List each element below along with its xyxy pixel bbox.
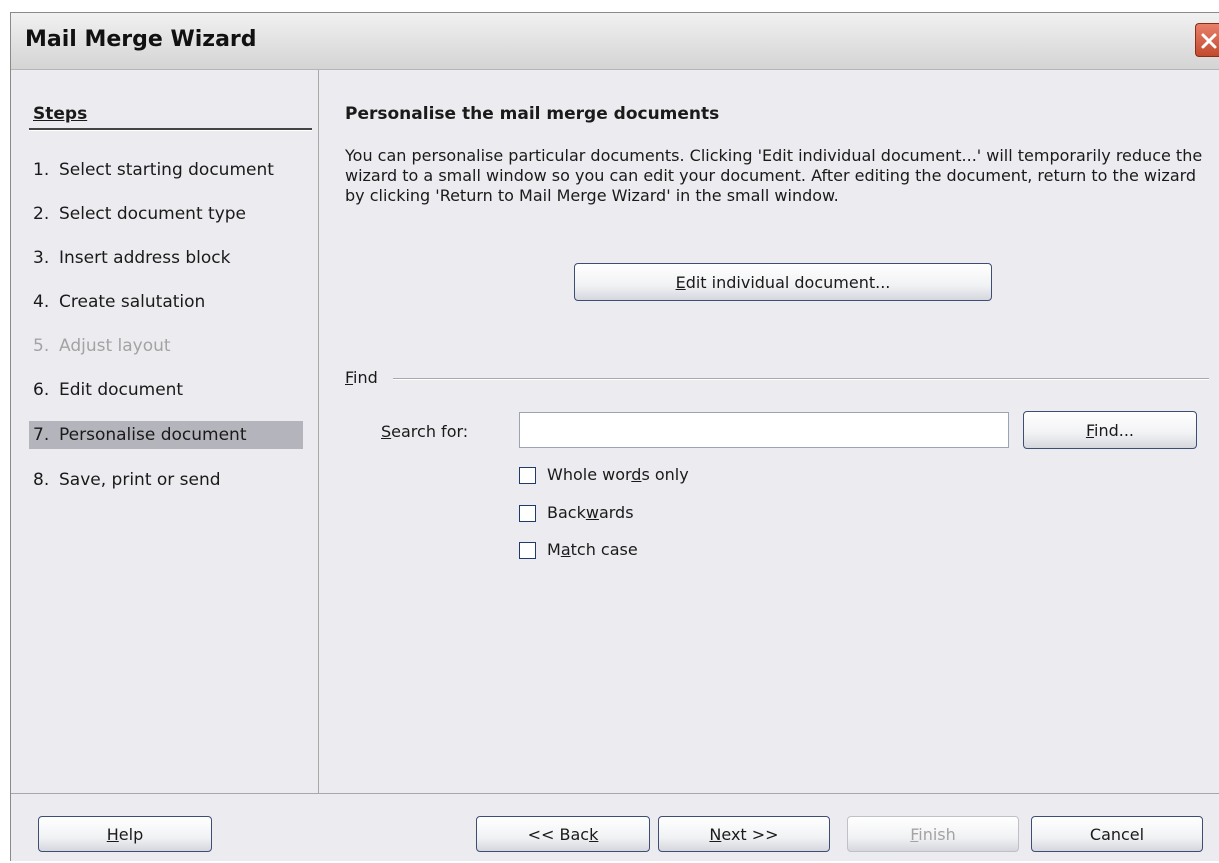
steps-heading: Steps [33, 104, 88, 124]
button-access-key: k [589, 824, 599, 844]
label-access-key: S [381, 422, 392, 441]
label-suffix: tch case [570, 540, 638, 559]
step-select-starting-document[interactable]: 1. Select starting document [29, 156, 303, 184]
find-button[interactable]: Find... [1023, 411, 1197, 449]
steps-sidebar: Steps 1. Select starting document 2. Selec… [11, 70, 319, 793]
mail-merge-wizard-window: Mail Merge Wizard Steps 1. Select startin… [10, 12, 1219, 861]
close-icon [1201, 33, 1217, 49]
step-create-salutation[interactable]: 4. Create salutation [29, 288, 303, 316]
finish-button: Finish [847, 816, 1019, 852]
button-label-suffix: inish [918, 824, 956, 844]
step-label: Select document type [59, 204, 246, 224]
button-access-key: H [106, 824, 119, 844]
step-number: 5. [33, 336, 50, 356]
step-label: Create salutation [59, 292, 206, 312]
step-label: Select starting document [59, 160, 274, 180]
help-button[interactable]: Help [38, 816, 212, 852]
button-label-prefix: << Bac [527, 824, 590, 844]
label-access-key: a [560, 540, 571, 559]
find-group-label: Find [345, 368, 378, 387]
step-insert-address-block[interactable]: 3. Insert address block [29, 244, 303, 272]
step-label: Save, print or send [59, 470, 221, 490]
label-prefix: Back [547, 503, 586, 522]
step-select-document-type[interactable]: 2. Select document type [29, 200, 303, 228]
step-adjust-layout: 5. Adjust layout [29, 332, 303, 360]
match-case-checkbox[interactable] [519, 542, 536, 559]
label-access-key: d [631, 465, 642, 484]
wizard-button-bar: Help << Back Next >> Finish Cancel [11, 793, 1219, 863]
step-number: 7. [33, 425, 50, 445]
button-access-key: F [1085, 420, 1095, 440]
button-label-suffix: ind... [1094, 420, 1135, 440]
button-label-prefix: Cancel [1089, 824, 1145, 844]
next-button[interactable]: Next >> [658, 816, 830, 852]
step-number: 6. [33, 380, 50, 400]
match-case-label: Match case [547, 540, 638, 559]
step-number: 1. [33, 160, 50, 180]
search-for-label: Search for: [381, 422, 468, 441]
label-suffix: ind [353, 368, 378, 387]
backwards-label: Backwards [547, 503, 634, 522]
step-number: 3. [33, 248, 50, 268]
step-edit-document[interactable]: 6. Edit document [29, 376, 303, 404]
button-label-suffix: dit individual document... [685, 272, 891, 292]
label-prefix: Whole wor [547, 465, 632, 484]
label-suffix: s only [641, 465, 689, 484]
title-bar: Mail Merge Wizard [11, 13, 1219, 70]
label-access-key: F [345, 368, 354, 387]
label-prefix: M [547, 540, 561, 559]
step-label: Adjust layout [59, 336, 171, 356]
back-button[interactable]: << Back [476, 816, 650, 852]
search-for-input[interactable] [519, 412, 1009, 448]
steps-divider [29, 128, 312, 131]
wizard-page-content: Personalise the mail merge documents You… [319, 70, 1219, 793]
button-access-key: N [709, 824, 722, 844]
step-label: Insert address block [59, 248, 231, 268]
step-label: Edit document [59, 380, 184, 400]
close-button[interactable] [1195, 23, 1219, 57]
page-description: You can personalise particular documents… [345, 146, 1203, 205]
find-group-divider [393, 378, 1209, 380]
cancel-button[interactable]: Cancel [1031, 816, 1203, 852]
backwards-checkbox[interactable] [519, 505, 536, 522]
step-number: 4. [33, 292, 50, 312]
button-label-suffix: ext >> [721, 824, 779, 844]
window-title: Mail Merge Wizard [25, 27, 257, 52]
label-suffix: ards [598, 503, 634, 522]
step-number: 2. [33, 204, 50, 224]
step-personalise-document[interactable]: 7. Personalise document [29, 421, 303, 449]
button-access-key: E [675, 272, 686, 292]
step-save-print-or-send[interactable]: 8. Save, print or send [29, 466, 303, 494]
page-heading: Personalise the mail merge documents [345, 104, 720, 124]
whole-words-only-checkbox[interactable] [519, 467, 536, 484]
whole-words-only-label: Whole words only [547, 465, 689, 484]
label-suffix: earch for: [391, 422, 469, 441]
label-access-key: w [585, 503, 599, 522]
step-label: Personalise document [59, 425, 247, 445]
step-number: 8. [33, 470, 50, 490]
edit-individual-document-button[interactable]: Edit individual document... [574, 263, 992, 301]
button-label-suffix: elp [118, 824, 144, 844]
